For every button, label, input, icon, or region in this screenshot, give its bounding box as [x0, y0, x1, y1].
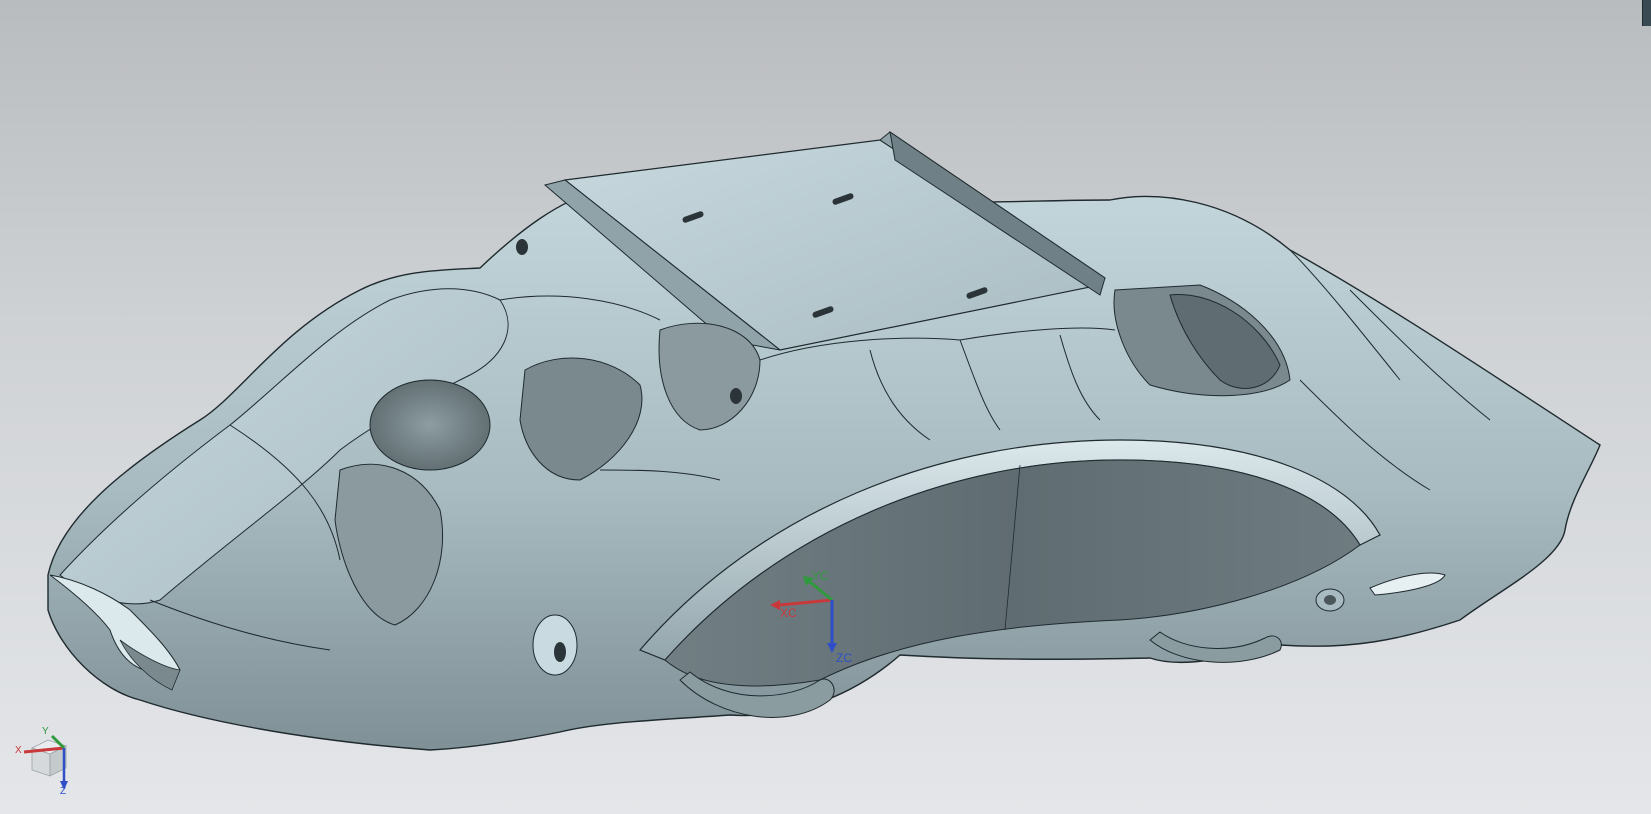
mount-hole-left	[516, 239, 528, 255]
brake-caliper-model[interactable]	[0, 0, 1651, 814]
view-triad	[23, 734, 68, 790]
triad-z-label: Z	[60, 786, 67, 797]
triad-y-label: Y	[42, 726, 49, 737]
bolt-hole-left	[554, 642, 566, 662]
graphics-viewport[interactable]: XC YC ZC X Y Z	[0, 0, 1651, 814]
panel-edge-tab[interactable]	[1642, 0, 1651, 26]
triad-x-label: X	[15, 745, 22, 756]
wcs-y-label: YC	[812, 569, 829, 583]
pocket-left-1	[369, 379, 491, 471]
wcs-x-label: XC	[780, 606, 797, 620]
wcs-z-label: ZC	[836, 651, 852, 665]
mount-hole-mid	[730, 388, 742, 404]
bolt-boss-left	[532, 614, 578, 676]
bolt-hole-right	[1324, 595, 1336, 605]
